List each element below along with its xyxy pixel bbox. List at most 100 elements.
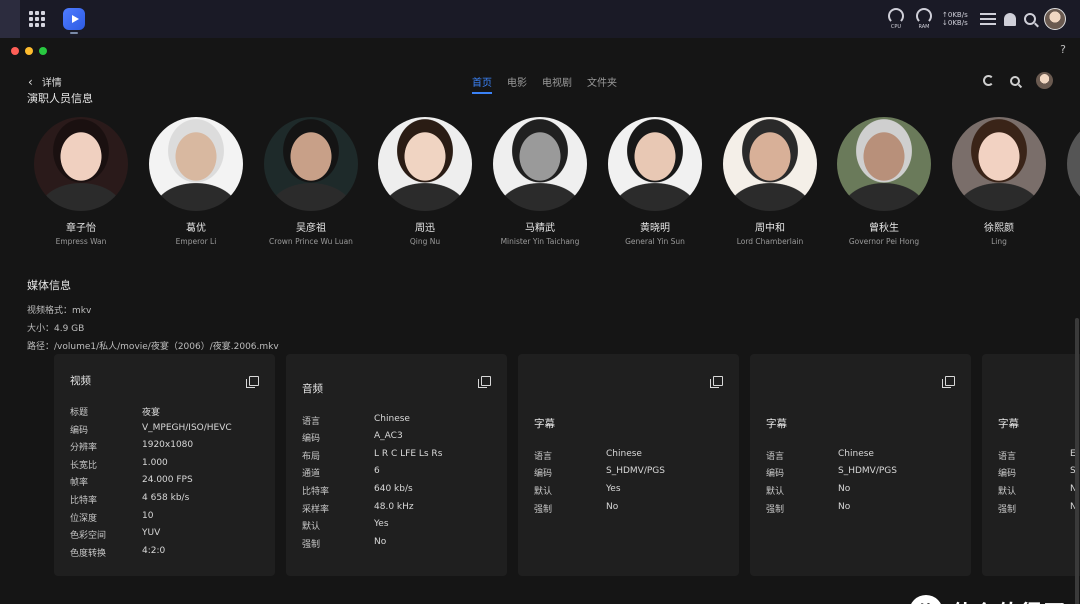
cast-photo xyxy=(149,117,243,211)
copy-icon[interactable] xyxy=(478,376,491,388)
net-upload: ↑0KB/s xyxy=(942,11,968,19)
task-list-icon[interactable] xyxy=(980,13,996,25)
taskbar-edge xyxy=(0,0,20,38)
cast-member[interactable]: 章子怡 Empress Wan xyxy=(26,117,136,246)
info-row: 帧率 24.000 FPS xyxy=(70,475,193,488)
cast-name: 吴彦祖 xyxy=(296,223,326,234)
cast-member[interactable]: 葛优 Emperor Li xyxy=(141,117,251,246)
site-watermark: 值 什么值得买 xyxy=(909,595,1066,604)
cast-role: Qing Nu xyxy=(409,237,441,246)
header-actions xyxy=(983,72,1053,89)
info-row: 位深度 10 xyxy=(70,511,154,524)
active-app-indicator xyxy=(70,32,78,34)
copy-icon[interactable] xyxy=(942,376,955,388)
info-row: 布局 L R C LFE Ls Rs xyxy=(302,449,443,462)
copy-icon[interactable] xyxy=(710,376,723,388)
media-info-heading: 媒体信息 xyxy=(27,279,71,292)
cast-photo xyxy=(1067,117,1080,211)
minimize-window-button[interactable] xyxy=(25,47,33,55)
info-row: 分辨率 1920x1080 xyxy=(70,440,194,453)
cast-member[interactable]: 徐熙颜 Ling xyxy=(944,117,1054,246)
cast-photo xyxy=(264,117,358,211)
info-row: 编码 S_HDMV/PGS xyxy=(534,466,665,479)
tab-home[interactable]: 首页 xyxy=(472,74,492,94)
vertical-scrollbar[interactable] xyxy=(1075,318,1079,604)
info-row: 强制 No xyxy=(302,537,387,550)
info-row: 语言 E xyxy=(998,449,1076,462)
cast-role: Governor Pei Hong xyxy=(848,237,920,246)
cast-name: 徐熙颜 xyxy=(984,223,1014,234)
info-row: 强制 N xyxy=(998,502,1077,515)
cast-photo xyxy=(378,117,472,211)
system-taskbar: CPU RAM ↑0KB/s ↓0KB/s xyxy=(0,0,1080,38)
cast-member[interactable]: 曾秋生 Governor Pei Hong xyxy=(829,117,939,246)
watermark-logo-icon: 值 xyxy=(909,595,943,604)
media-format: 视频格式：mkv xyxy=(27,306,92,316)
back-button[interactable]: ‹ 详情 xyxy=(28,74,62,90)
help-button[interactable]: ? xyxy=(1060,43,1066,56)
app-grid-icon[interactable] xyxy=(29,11,45,27)
user-avatar[interactable] xyxy=(1044,8,1066,30)
info-row: 色彩空间 YUV xyxy=(70,528,161,541)
info-row: 强制 No xyxy=(766,502,851,515)
audio-stream-card: 音频 语言 Chinese 编码 A_AC3 布局 L R C LFE Ls Rs 通… xyxy=(286,354,507,576)
cast-role: Empress Wan xyxy=(55,237,107,246)
info-row: 编码 S xyxy=(998,466,1076,479)
media-path: 路径：/volume1/私人/movie/夜宴（2006）/夜宴.2006.mk… xyxy=(27,342,279,352)
info-row: 默认 No xyxy=(766,484,851,497)
search-icon[interactable] xyxy=(1010,75,1020,86)
cast-photo xyxy=(608,117,702,211)
video-app-icon[interactable] xyxy=(63,8,85,30)
info-row: 编码 A_AC3 xyxy=(302,431,403,444)
cast-role: Minister Yin Taichang xyxy=(500,237,580,246)
watermark-text: 什么值得买 xyxy=(951,596,1066,604)
close-window-button[interactable] xyxy=(11,47,19,55)
info-row: 比特率 4 658 kb/s xyxy=(70,493,190,506)
info-row: 编码 V_MPEGH/ISO/HEVC xyxy=(70,423,232,436)
cast-name: 章子怡 xyxy=(66,223,96,234)
net-download: ↓0KB/s xyxy=(942,19,968,27)
info-row: 通道 6 xyxy=(302,466,380,479)
card-title: 音频 xyxy=(302,383,323,395)
window-controls xyxy=(11,47,47,55)
network-speed: ↑0KB/s ↓0KB/s xyxy=(942,11,972,27)
cast-list: 章子怡 Empress Wan 葛优 Emperor Li 吴彦祖 Crown … xyxy=(26,117,1080,257)
cast-member[interactable]: 黄晓明 General Yin Sun xyxy=(600,117,710,246)
chevron-left-icon: ‹ xyxy=(28,74,33,89)
system-search-icon[interactable] xyxy=(1024,13,1036,25)
cast-name: 黄晓明 xyxy=(640,223,670,234)
info-row: 语言 Chinese xyxy=(766,449,874,462)
cast-name: 马精武 xyxy=(525,223,555,234)
cast-member-partial[interactable] xyxy=(1059,117,1080,211)
main-tabs: 首页 电影 电视剧 文件夹 xyxy=(472,74,617,94)
subtitle-stream-card: 字幕 语言 Chinese 编码 S_HDMV/PGS 默认 No 强制 No xyxy=(750,354,971,576)
cast-member[interactable]: 周迅 Qing Nu xyxy=(370,117,480,246)
notification-bell-icon[interactable] xyxy=(1004,12,1016,26)
cast-name: 曾秋生 xyxy=(869,223,899,234)
tab-movies[interactable]: 电影 xyxy=(507,74,527,93)
card-title: 字幕 xyxy=(534,418,555,430)
cast-photo xyxy=(723,117,817,211)
cpu-gauge-icon[interactable]: CPU xyxy=(886,8,906,30)
app-window: ? ‹ 详情 首页 电影 电视剧 文件夹 演职人员信息 章子怡 Empress … xyxy=(0,38,1080,604)
info-row: 语言 Chinese xyxy=(534,449,642,462)
tab-folders[interactable]: 文件夹 xyxy=(587,74,617,93)
ram-gauge-icon[interactable]: RAM xyxy=(914,8,934,30)
cast-member[interactable]: 周中和 Lord Chamberlain xyxy=(715,117,825,246)
card-title: 字幕 xyxy=(998,418,1019,430)
taskbar-tray: CPU RAM ↑0KB/s ↓0KB/s xyxy=(886,6,1066,32)
cast-name: 葛优 xyxy=(186,223,206,234)
tab-tv-shows[interactable]: 电视剧 xyxy=(542,74,572,93)
cast-member[interactable]: 马精武 Minister Yin Taichang xyxy=(485,117,595,246)
info-row: 强制 No xyxy=(534,502,619,515)
info-row: 编码 S_HDMV/PGS xyxy=(766,466,897,479)
maximize-window-button[interactable] xyxy=(39,47,47,55)
account-avatar[interactable] xyxy=(1036,72,1053,89)
refresh-icon[interactable] xyxy=(983,75,994,86)
info-row: 默认 Yes xyxy=(302,519,389,532)
cast-role: Ling xyxy=(991,237,1007,246)
cast-photo xyxy=(837,117,931,211)
cast-member[interactable]: 吴彦祖 Crown Prince Wu Luan xyxy=(256,117,366,246)
card-title: 视频 xyxy=(70,375,91,387)
copy-icon[interactable] xyxy=(246,376,259,388)
